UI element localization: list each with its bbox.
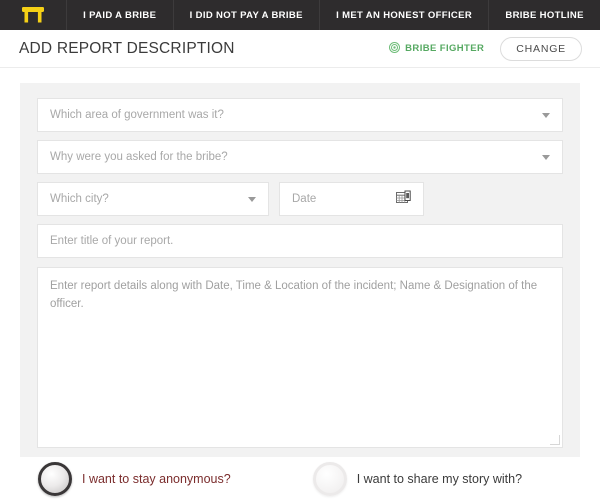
nav-item-label: I DID NOT PAY A BRIBE (189, 9, 303, 21)
status-badge: BRIBE FIGHTER (389, 40, 484, 58)
nav-item-i-met-an-honest-officer[interactable]: I MET AN HONEST OFFICER (320, 0, 490, 30)
date-placeholder: Date (292, 193, 317, 205)
site-logo[interactable] (0, 0, 67, 30)
report-title-placeholder: Enter title of your report. (50, 235, 174, 247)
page-title: ADD REPORT DESCRIPTION (19, 39, 235, 57)
textarea-resize-handle[interactable] (550, 435, 560, 445)
report-details-placeholder: Enter report details along with Date, Ti… (50, 280, 538, 310)
nav-item-i-paid-a-bribe[interactable]: I PAID A BRIBE (67, 0, 174, 30)
nav-item-bribe-hotline[interactable]: BRIBE HOTLINE (489, 0, 600, 30)
anonymous-option-label: I want to stay anonymous? (82, 472, 231, 486)
table-logo-icon (21, 6, 45, 24)
calendar-icon[interactable] (396, 190, 411, 208)
city-placeholder: Which city? (50, 193, 109, 205)
chevron-down-icon (542, 154, 550, 160)
nav-item-i-did-not-pay-a-bribe[interactable]: I DID NOT PAY A BRIBE (174, 0, 320, 30)
chevron-down-icon (248, 196, 256, 202)
date-input[interactable]: Date (279, 182, 424, 216)
area-of-government-placeholder: Which area of government was it? (50, 109, 224, 121)
report-form-panel: Which area of government was it? Why wer… (20, 83, 580, 457)
anonymous-option[interactable]: I want to stay anonymous? (38, 462, 231, 496)
report-title-input[interactable]: Enter title of your report. (37, 224, 563, 258)
area-of-government-select[interactable]: Which area of government was it? (37, 98, 563, 132)
nav-item-label: BRIBE HOTLINE (505, 9, 584, 21)
share-story-radio-knob[interactable] (312, 462, 347, 496)
chevron-down-icon (542, 112, 550, 118)
page-header: ADD REPORT DESCRIPTION BRIBE FIGHTER CHA… (0, 30, 600, 68)
bribe-reason-placeholder: Why were you asked for the bribe? (50, 151, 228, 163)
report-details-textarea[interactable]: Enter report details along with Date, Ti… (37, 267, 563, 448)
status-badge-label: BRIBE FIGHTER (405, 43, 485, 54)
target-circle-icon (389, 40, 401, 58)
change-button[interactable]: CHANGE (500, 36, 582, 61)
nav-item-label: I PAID A BRIBE (83, 9, 157, 21)
share-story-option[interactable]: I want to share my story with? (312, 462, 523, 496)
bribe-reason-select[interactable]: Why were you asked for the bribe? (37, 140, 563, 174)
share-story-option-label: I want to share my story with? (356, 472, 523, 486)
nav-item-label: I MET AN HONEST OFFICER (336, 9, 473, 21)
privacy-options-row: I want to stay anonymous? I want to shar… (0, 457, 600, 501)
city-select[interactable]: Which city? (37, 182, 269, 216)
city-date-row: Which city? Date (37, 182, 563, 216)
anonymous-radio-knob[interactable] (38, 462, 72, 496)
top-navbar: I PAID A BRIBE I DID NOT PAY A BRIBE I M… (0, 0, 600, 30)
